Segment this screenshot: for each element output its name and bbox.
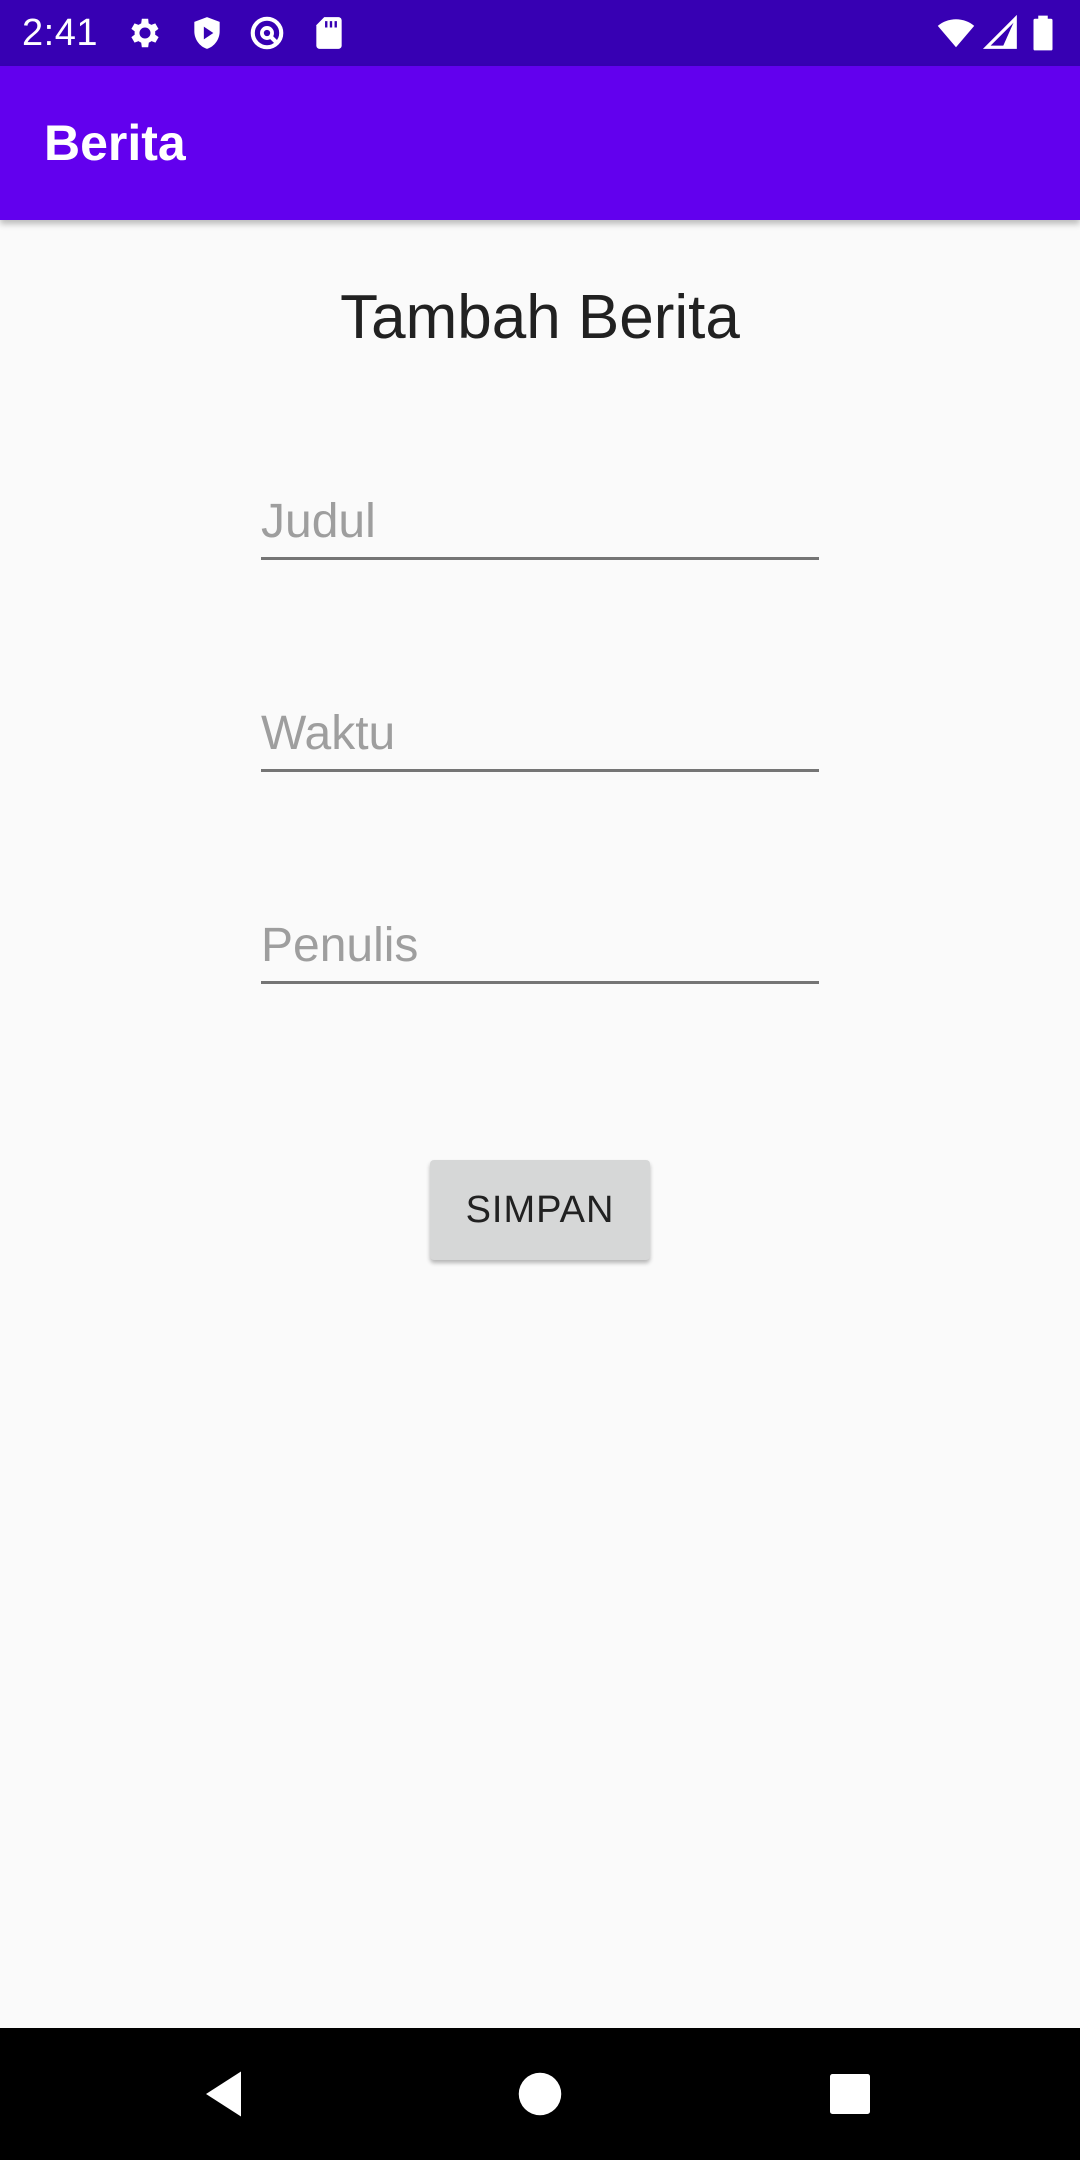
navigation-bar bbox=[0, 2028, 1080, 2160]
waktu-field bbox=[261, 679, 819, 772]
cell-signal-icon bbox=[982, 14, 1020, 52]
penulis-field bbox=[261, 891, 819, 984]
recents-icon[interactable] bbox=[820, 2064, 880, 2124]
gear-icon bbox=[126, 14, 164, 52]
waktu-input[interactable] bbox=[261, 705, 819, 763]
app-bar: Berita bbox=[0, 66, 1080, 220]
penulis-input[interactable] bbox=[261, 917, 819, 975]
battery-icon bbox=[1028, 14, 1058, 52]
sd-card-icon bbox=[310, 14, 348, 52]
home-icon[interactable] bbox=[510, 2064, 570, 2124]
save-button[interactable]: SIMPAN bbox=[430, 1160, 650, 1260]
vpn-key-icon bbox=[248, 14, 286, 52]
status-bar: 2:41 bbox=[0, 0, 1080, 66]
status-time: 2:41 bbox=[22, 12, 98, 54]
judul-field bbox=[261, 467, 819, 560]
back-icon[interactable] bbox=[196, 2064, 256, 2124]
judul-input[interactable] bbox=[261, 493, 819, 551]
shield-icon bbox=[188, 14, 226, 52]
page-title: Tambah Berita bbox=[340, 283, 740, 352]
app-title: Berita bbox=[44, 115, 186, 171]
wifi-icon bbox=[934, 14, 978, 52]
